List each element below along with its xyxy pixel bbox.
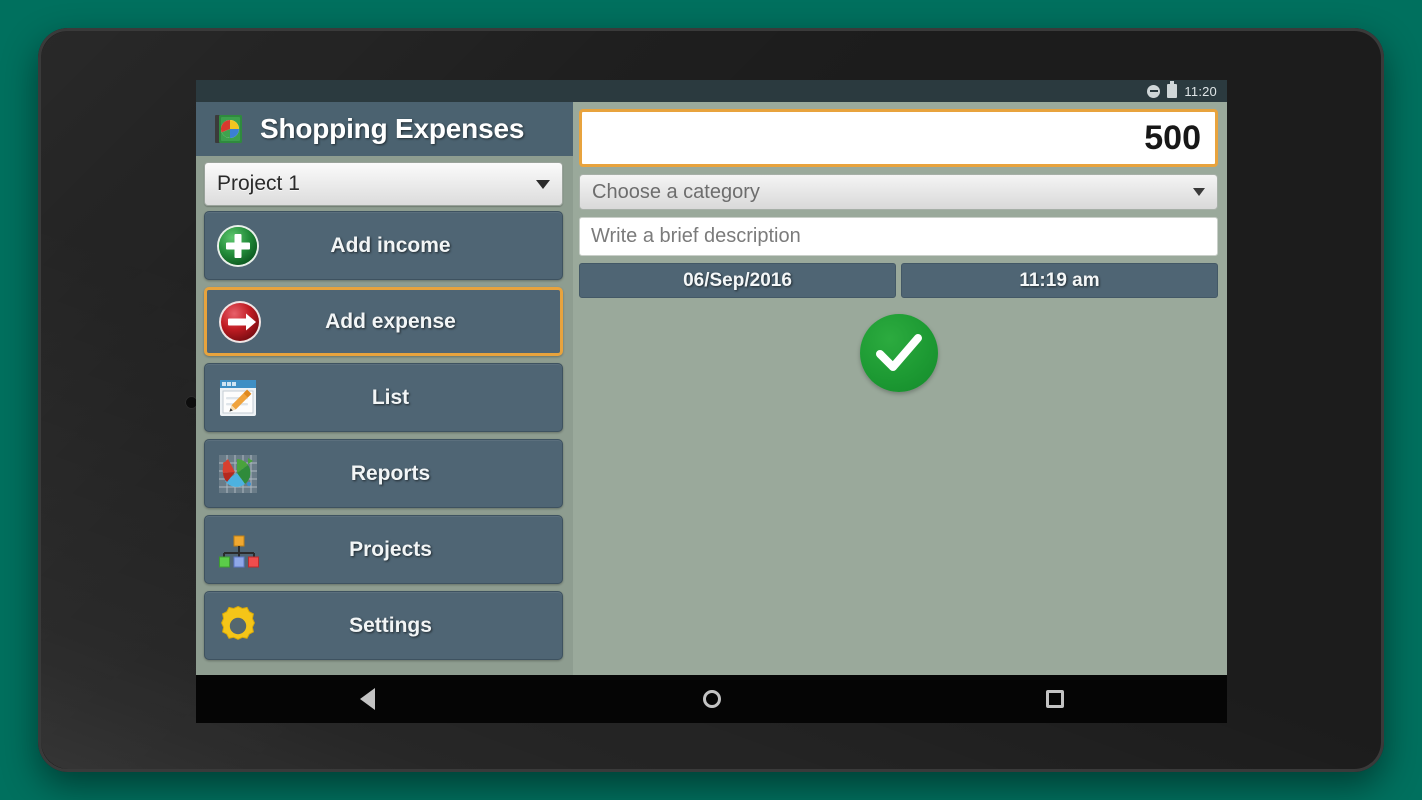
- sidebar-item-label: Add income: [330, 233, 451, 257]
- category-placeholder: Choose a category: [592, 180, 760, 203]
- date-time-row: 06/Sep/2016 11:19 am: [579, 263, 1218, 298]
- list-notepad-icon: [205, 375, 271, 421]
- chevron-down-icon: [536, 179, 550, 189]
- page-title: Shopping Expenses: [260, 113, 525, 144]
- sidebar-item-label: Projects: [349, 537, 432, 561]
- home-button[interactable]: [540, 690, 884, 708]
- home-circle-icon: [702, 690, 721, 708]
- sidebar-item-label: List: [371, 385, 410, 409]
- status-bar-clock: 11:20: [1184, 83, 1217, 99]
- app-title-bar: Shopping Expenses: [196, 102, 573, 156]
- tablet-screen: 11:20 Shopping Expenses Project 1 Add in…: [196, 80, 1227, 723]
- recents-button[interactable]: [883, 690, 1227, 708]
- checkmark-icon: [875, 334, 922, 371]
- confirm-button[interactable]: [859, 314, 938, 392]
- screenshot-stage: 11:20 Shopping Expenses Project 1 Add in…: [0, 0, 1422, 800]
- android-status-bar: 11:20: [196, 80, 1227, 102]
- sidebar-item-projects[interactable]: Projects: [204, 515, 563, 584]
- android-navigation-bar: [196, 675, 1227, 723]
- time-button[interactable]: 11:19 am: [901, 263, 1218, 298]
- add-expense-icon: [207, 298, 273, 346]
- description-placeholder: Write a brief description: [591, 225, 801, 247]
- gear-icon: [205, 602, 271, 650]
- sidebar-item-settings[interactable]: Settings: [204, 591, 563, 660]
- sidebar-item-reports[interactable]: Reports: [204, 439, 563, 508]
- project-selector-row: Project 1: [196, 156, 573, 211]
- battery-full-icon: [1167, 81, 1178, 98]
- amount-value: 500: [1144, 118, 1201, 157]
- sidebar-item-add-expense[interactable]: Add expense: [204, 287, 563, 356]
- amount-input[interactable]: 500: [579, 109, 1218, 167]
- project-select[interactable]: Project 1: [204, 162, 563, 206]
- recents-square-icon: [1046, 690, 1065, 708]
- entry-form-panel: 500 Choose a category Write a brief desc…: [573, 102, 1227, 675]
- sidebar-item-label: Reports: [350, 461, 431, 485]
- sidebar: Shopping Expenses Project 1 Add income A…: [196, 102, 573, 675]
- sidebar-item-list[interactable]: List: [204, 363, 563, 432]
- date-button[interactable]: 06/Sep/2016: [579, 263, 896, 298]
- chevron-down-icon: [1193, 188, 1205, 196]
- category-select[interactable]: Choose a category: [579, 174, 1218, 210]
- reports-chart-icon: [205, 451, 271, 497]
- sidebar-item-add-income[interactable]: Add income: [204, 211, 563, 280]
- description-input[interactable]: Write a brief description: [579, 217, 1218, 256]
- back-button[interactable]: [196, 688, 540, 710]
- sidebar-item-label: Settings: [349, 613, 432, 637]
- add-income-icon: [205, 222, 271, 270]
- project-select-value: Project 1: [217, 172, 300, 195]
- confirm-area: [579, 305, 1218, 675]
- projects-tree-icon: [205, 527, 271, 573]
- app-body: Shopping Expenses Project 1 Add income A…: [196, 102, 1227, 675]
- sidebar-nav-list: Add income Add expense List Reports Proj…: [196, 211, 573, 675]
- app-book-chart-icon: [212, 112, 246, 146]
- back-triangle-icon: [360, 688, 376, 710]
- do-not-disturb-icon: [1147, 84, 1161, 98]
- sidebar-item-label: Add expense: [325, 309, 456, 333]
